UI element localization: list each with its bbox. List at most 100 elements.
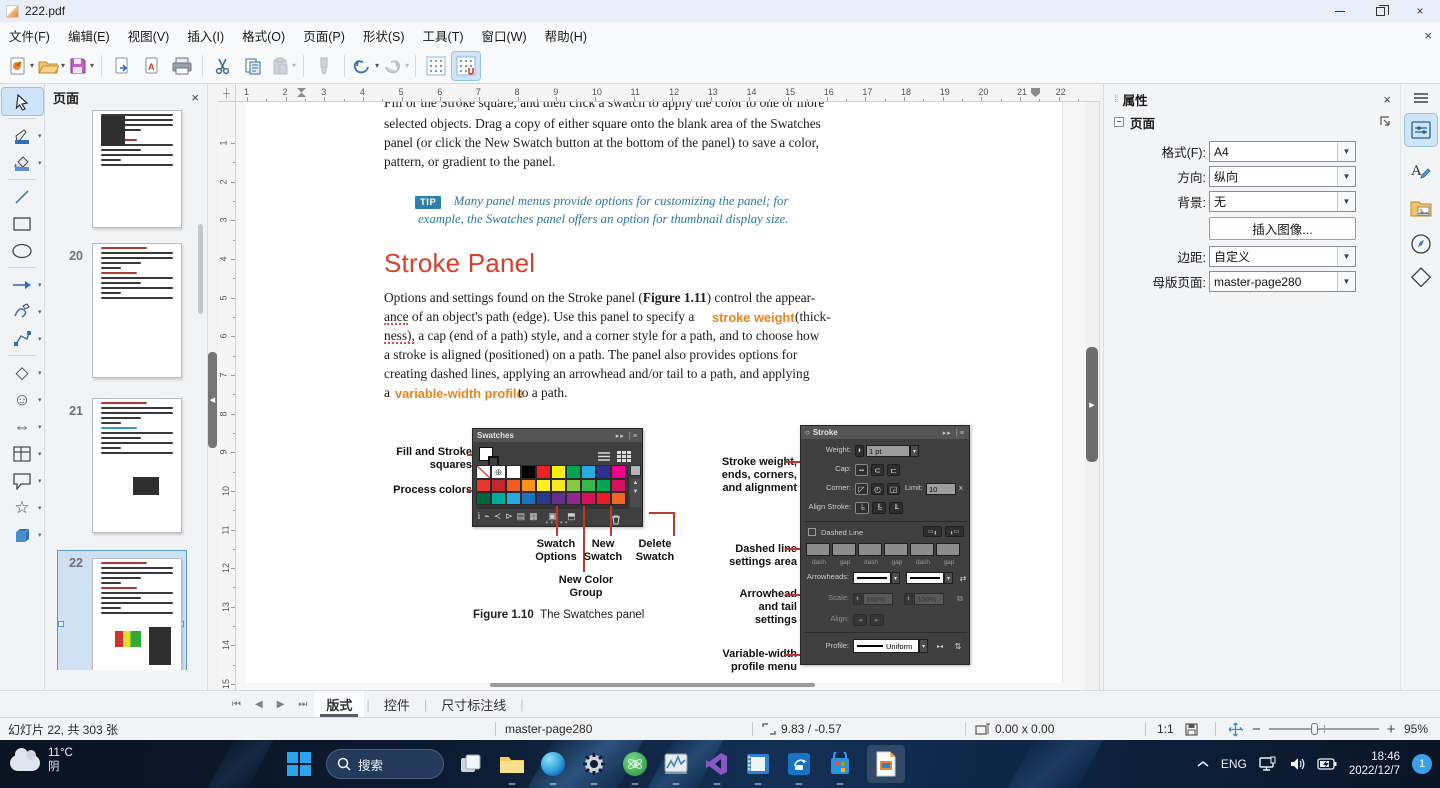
document-page[interactable]: Fill or the Stroke square, and then clic… [245,102,1063,683]
line-style-tool[interactable]: ▾ [2,122,43,149]
callout-tool[interactable]: ▾ [2,467,43,494]
menu-item-8[interactable]: 窗口(W) [473,22,536,49]
volume-icon[interactable] [1289,756,1305,772]
master-page-select[interactable]: master-page280▼ [1209,271,1356,292]
tab-dimension-lines[interactable]: 尺寸标注线 [429,691,518,717]
margins-select[interactable]: 自定义▼ [1209,246,1356,267]
section-collapse-icon[interactable]: − [1114,117,1124,127]
pages-scrollbar[interactable] [198,224,203,314]
orientation-select[interactable]: 纵向▼ [1209,166,1356,187]
menu-item-9[interactable]: 帮助(H) [536,22,596,49]
file-explorer-icon[interactable] [498,750,526,778]
copy-button[interactable] [239,52,267,80]
select-tool[interactable] [2,88,43,115]
export-page-button[interactable] [108,52,136,80]
sidebar-gallery-icon[interactable] [1405,192,1437,224]
restore-button[interactable] [1360,0,1400,22]
pages-panel-close-icon[interactable]: × [191,90,199,105]
active-app-icon[interactable] [867,745,905,783]
minimize-button[interactable] [1320,0,1360,22]
page-thumbnail-prev[interactable] [92,110,182,228]
redo-button[interactable]: ▾ [381,52,409,80]
work-area[interactable]: Fill or the Stroke square, and then clic… [236,102,1086,690]
menu-item-0[interactable]: 文件(F) [0,22,59,49]
undo-button[interactable]: ▾ [351,52,379,80]
right-panel-collapse-handle[interactable]: ▶ [1086,347,1098,462]
line-tool[interactable] [2,183,43,210]
zoom-out-button[interactable]: − [1252,721,1261,738]
block-arrows-tool[interactable]: ⇔▾ [2,413,43,440]
snap-grid-button[interactable] [452,52,480,80]
fit-page-icon[interactable] [1228,718,1243,740]
remote-app-icon[interactable] [785,750,813,778]
sidebar-properties-icon[interactable] [1405,114,1437,146]
search-box[interactable]: 搜索 [326,749,444,779]
close-button[interactable]: × [1400,0,1440,22]
tab-controls[interactable]: 控件 [372,691,422,717]
settings-app-icon[interactable] [580,750,608,778]
insert-image-button[interactable]: 插入图像... [1209,217,1356,240]
menu-item-7[interactable]: 工具(T) [414,22,473,49]
properties-close-icon[interactable]: × [1383,92,1391,107]
right-margin-marker[interactable] [1031,88,1040,97]
zoom-slider[interactable] [1269,728,1379,730]
symbol-shapes-tool[interactable]: ☺▾ [2,386,43,413]
menu-item-1[interactable]: 编辑(E) [59,22,119,49]
menu-item-2[interactable]: 视图(V) [119,22,179,49]
rectangle-tool[interactable] [2,210,43,237]
page-thumbnail-20[interactable] [92,243,182,378]
star-tool[interactable]: ☆▾ [2,494,43,521]
visual-studio-icon[interactable] [703,750,731,778]
sidebar-navigator-icon[interactable] [1405,228,1437,260]
last-page-nav[interactable]: ⏭ [298,699,307,710]
weather-widget[interactable]: 11°C阴 [10,746,73,774]
print-button[interactable] [168,52,196,80]
battery-icon[interactable] [1317,758,1337,770]
next-page-nav[interactable]: ▶ [277,699,285,710]
zoom-in-button[interactable]: + [1387,721,1396,738]
tab-layout[interactable]: 版式 [314,691,364,717]
paste-button[interactable]: ▾ [269,52,297,80]
table-tool[interactable]: ▾ [2,440,43,467]
save-button[interactable]: ▾ [67,52,95,80]
new-document-button[interactable]: ▾ [7,52,35,80]
start-button[interactable] [285,750,313,778]
network-icon[interactable] [1259,756,1277,772]
microsoft-store-icon[interactable] [826,750,854,778]
fill-color-tool[interactable]: ▾ [2,149,43,176]
menu-item-6[interactable]: 形状(S) [354,22,414,49]
save-state-icon[interactable] [1185,718,1198,740]
zoom-percent[interactable]: 95% [1404,718,1428,740]
sidebar-shapes-icon[interactable] [1405,262,1437,294]
format-brush-button[interactable] [310,52,338,80]
edge-browser-icon[interactable] [539,750,567,778]
prev-page-nav[interactable]: ◀ [255,699,263,710]
master-page-info[interactable]: master-page280 [505,718,592,740]
clock[interactable]: 18:46 2022/12/7 [1349,750,1400,778]
left-panel-collapse-handle[interactable]: ◀ [208,352,217,448]
page-thumbnail-22[interactable] [92,558,182,670]
panel-drag-handle[interactable]: ⁞⁞ [1114,94,1118,105]
scale-ratio[interactable]: 1:1 [1157,718,1174,740]
tray-expand-chevron[interactable] [1197,760,1209,768]
document-canvas[interactable]: ┼ 12345678910111213141516171819202122 12… [218,84,1100,690]
page-thumbnail-21[interactable] [92,398,182,533]
menu-item-5[interactable]: 页面(P) [294,22,354,49]
zoom-slider-thumb[interactable] [1311,723,1318,735]
sidebar-styles-icon[interactable]: A [1405,154,1437,186]
left-margin-marker[interactable] [297,88,306,97]
sidebar-menu-icon[interactable] [1405,88,1437,108]
document-close-icon[interactable]: × [1424,28,1432,43]
canvas-horizontal-scrollbar[interactable] [490,683,815,687]
menu-item-4[interactable]: 格式(O) [233,22,294,49]
page-format-select[interactable]: A4▼ [1209,141,1356,162]
section-popout-icon[interactable] [1379,115,1391,130]
notification-badge[interactable]: 1 [1412,754,1432,774]
ellipse-tool[interactable] [2,237,43,264]
canvas-vertical-scrollbar[interactable]: ▶ [1085,102,1099,690]
curve-tool[interactable]: ▾ [2,298,43,325]
menu-item-3[interactable]: 插入(I) [178,22,233,49]
background-select[interactable]: 无▼ [1209,191,1356,212]
performance-monitor-icon[interactable] [662,750,690,778]
task-view-button[interactable] [457,750,485,778]
